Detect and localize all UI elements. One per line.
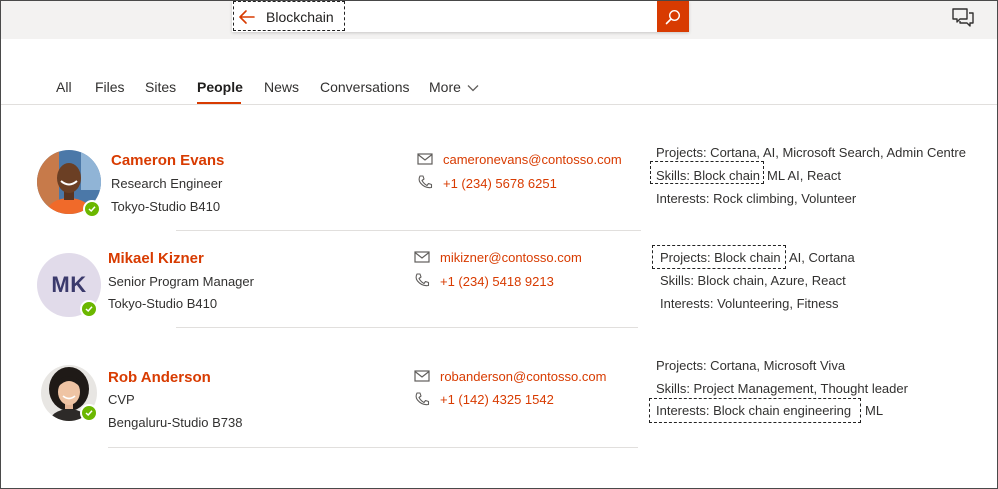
tab-more-label: More <box>429 79 461 95</box>
person-name[interactable]: Mikael Kizner <box>108 250 204 268</box>
top-bar: Blockchain <box>1 1 997 39</box>
phone-link[interactable]: +1 (234) 5678 6251 <box>443 176 557 192</box>
phone-link[interactable]: +1 (142) 4325 1542 <box>440 392 554 408</box>
mail-icon <box>414 370 430 382</box>
match-highlight <box>650 161 764 184</box>
tab-more[interactable]: More <box>429 78 479 96</box>
phone-icon <box>415 273 430 287</box>
tab-news[interactable]: News <box>264 78 299 96</box>
interests-text: ML <box>865 403 884 418</box>
person-name[interactable]: Cameron Evans <box>111 152 224 170</box>
match-highlight <box>649 398 861 423</box>
person-title: Research Engineer <box>111 176 223 191</box>
email-link[interactable]: robanderson@contosso.com <box>440 369 606 385</box>
skills-text: Skills: Project Management, Thought lead… <box>656 381 908 396</box>
person-location: Tokyo-Studio B410 <box>108 296 218 311</box>
person-title: CVP <box>108 392 135 407</box>
tabs-divider <box>1 104 997 105</box>
tab-sites[interactable]: Sites <box>145 78 176 96</box>
chevron-down-icon <box>467 85 479 92</box>
projects-text: AI, Cortana <box>789 250 855 265</box>
person-card[interactable]: Cameron Evans Research Engineer Tokyo-St… <box>0 140 998 236</box>
match-highlight <box>652 245 786 269</box>
query-highlight <box>233 1 345 31</box>
row-divider <box>108 447 638 448</box>
person-title: Senior Program Manager <box>108 274 254 289</box>
person-name[interactable]: Rob Anderson <box>108 369 211 387</box>
mail-icon <box>414 251 430 263</box>
avatar-initials: MK <box>51 272 87 297</box>
skills-text: ML AI, React <box>767 168 841 183</box>
projects-text: Projects: Cortana, Microsoft Viva <box>656 358 846 373</box>
presence-available-icon <box>80 404 98 422</box>
person-location: Tokyo-Studio B410 <box>111 199 221 214</box>
tab-files[interactable]: Files <box>95 78 125 96</box>
search-button[interactable] <box>657 1 689 32</box>
row-divider <box>176 327 638 328</box>
row-divider <box>176 230 641 231</box>
tab-conversations[interactable]: Conversations <box>320 78 410 96</box>
person-card[interactable]: MK Mikael Kizner Senior Program Manager … <box>0 240 998 336</box>
presence-available-icon <box>80 300 98 318</box>
mail-icon <box>417 153 433 165</box>
person-location: Bengaluru-Studio B738 <box>108 415 243 430</box>
projects-text: Projects: Cortana, AI, Microsoft Search,… <box>656 145 966 160</box>
email-link[interactable]: cameronevans@contosso.com <box>443 152 622 168</box>
phone-link[interactable]: +1 (234) 5418 9213 <box>440 274 554 290</box>
interests-text: Interests: Rock climbing, Volunteer <box>656 191 857 206</box>
phone-icon <box>415 392 430 406</box>
tab-all[interactable]: All <box>56 78 72 96</box>
skills-text: Skills: Block chain, Azure, React <box>660 273 846 288</box>
search-icon <box>665 9 681 24</box>
phone-icon <box>418 175 433 189</box>
interests-text: Interests: Volunteering, Fitness <box>660 296 839 311</box>
feedback-chat-icon[interactable] <box>951 7 975 29</box>
email-link[interactable]: mikizner@contosso.com <box>440 250 582 266</box>
presence-available-icon <box>83 200 101 218</box>
tab-people[interactable]: People <box>197 78 243 96</box>
vertical-tabs: All Files Sites People News Conversation… <box>0 70 998 104</box>
